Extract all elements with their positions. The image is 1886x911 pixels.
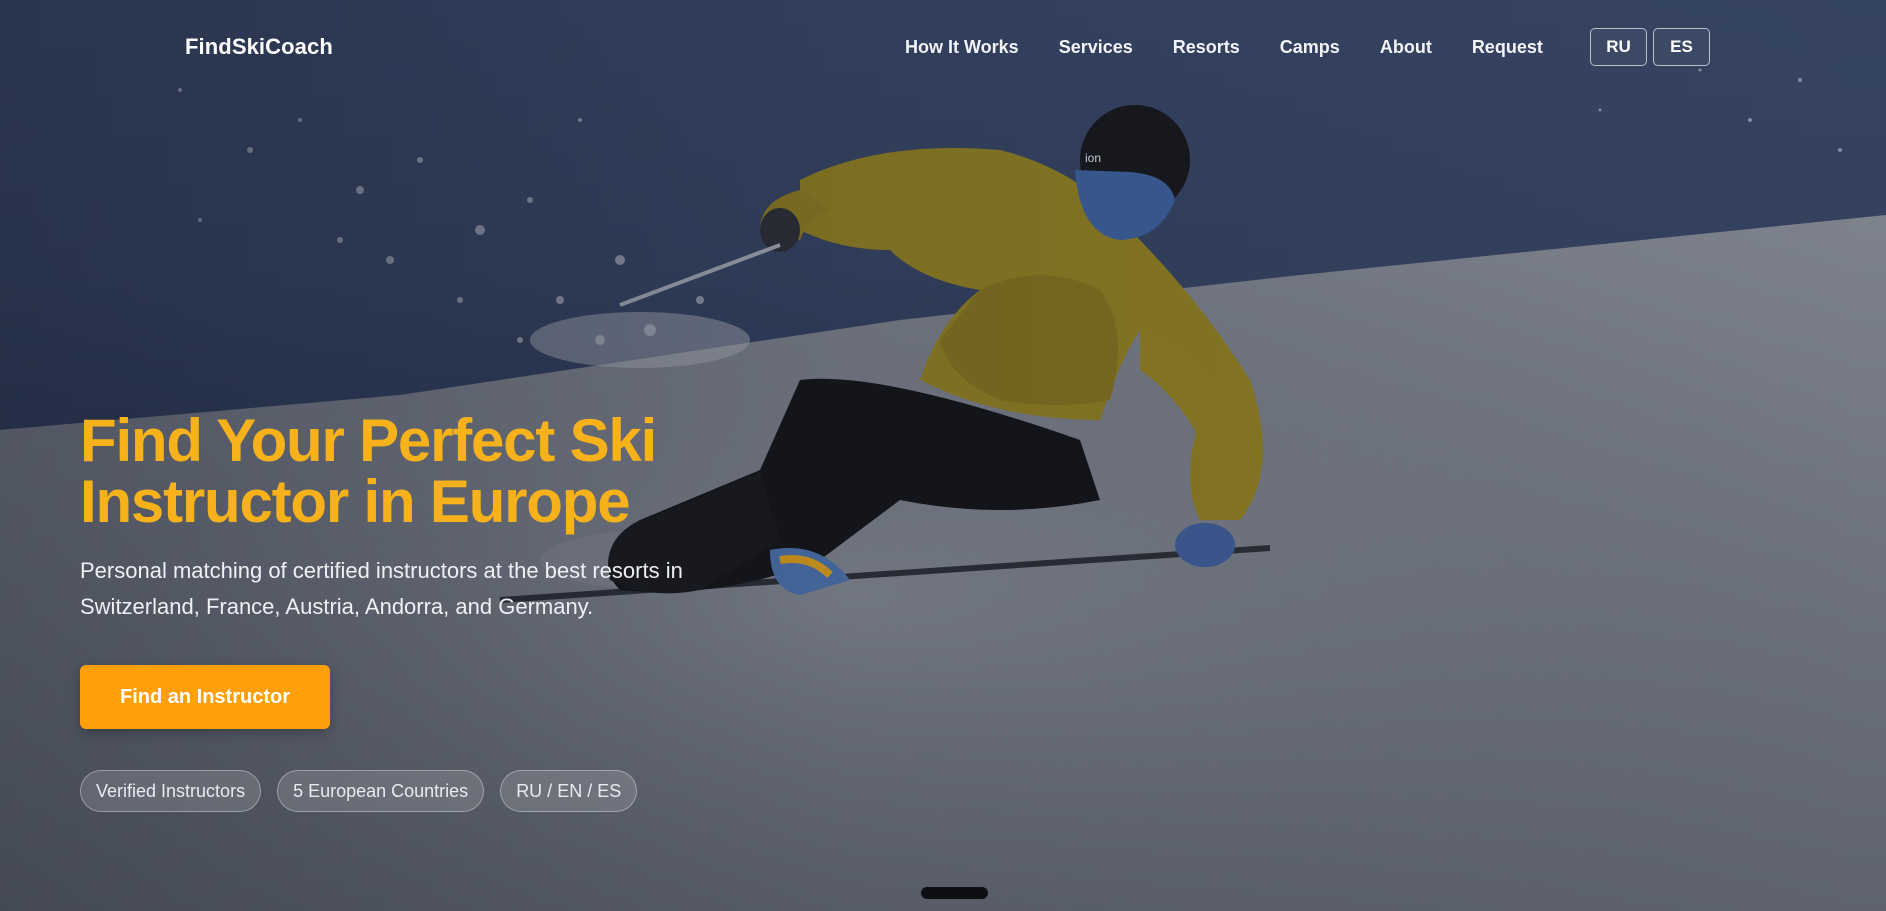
feature-badges: Verified Instructors 5 European Countrie… — [80, 770, 638, 812]
nav-links: How It Works Services Resorts Camps Abou… — [905, 37, 1583, 58]
nav-link-resorts[interactable]: Resorts — [1173, 37, 1240, 58]
nav-link-how-it-works[interactable]: How It Works — [905, 37, 1019, 58]
hero-section: ion FindSkiCoach How It Works Services R… — [0, 0, 1886, 911]
language-button-es[interactable]: ES — [1653, 28, 1710, 66]
nav-link-about[interactable]: About — [1380, 37, 1432, 58]
hero-headline-line2: Instructor in Europe — [80, 468, 631, 535]
hero-headline: Find Your Perfect Ski Instructor in Euro… — [80, 410, 800, 532]
hero-subtitle-line1: Personal matching of certified instructo… — [80, 558, 683, 583]
hero-headline-line1: Find Your Perfect Ski — [80, 407, 657, 474]
badge-languages: RU / EN / ES — [500, 770, 638, 812]
scroll-indicator[interactable] — [921, 887, 988, 899]
badge-verified-instructors: Verified Instructors — [80, 770, 262, 812]
badge-countries: 5 European Countries — [277, 770, 485, 812]
hero-subtitle-line2: Switzerland, France, Austria, Andorra, a… — [80, 594, 594, 619]
language-button-ru[interactable]: RU — [1590, 28, 1647, 66]
nav-link-camps[interactable]: Camps — [1280, 37, 1340, 58]
language-switcher: RU ES — [1590, 28, 1710, 66]
top-navigation: FindSkiCoach How It Works Services Resor… — [0, 0, 1886, 96]
brand-logo[interactable]: FindSkiCoach — [185, 34, 333, 60]
hero-subtitle: Personal matching of certified instructo… — [80, 553, 780, 625]
nav-link-services[interactable]: Services — [1059, 37, 1133, 58]
nav-link-request[interactable]: Request — [1472, 37, 1543, 58]
find-instructor-button[interactable]: Find an Instructor — [80, 665, 330, 729]
